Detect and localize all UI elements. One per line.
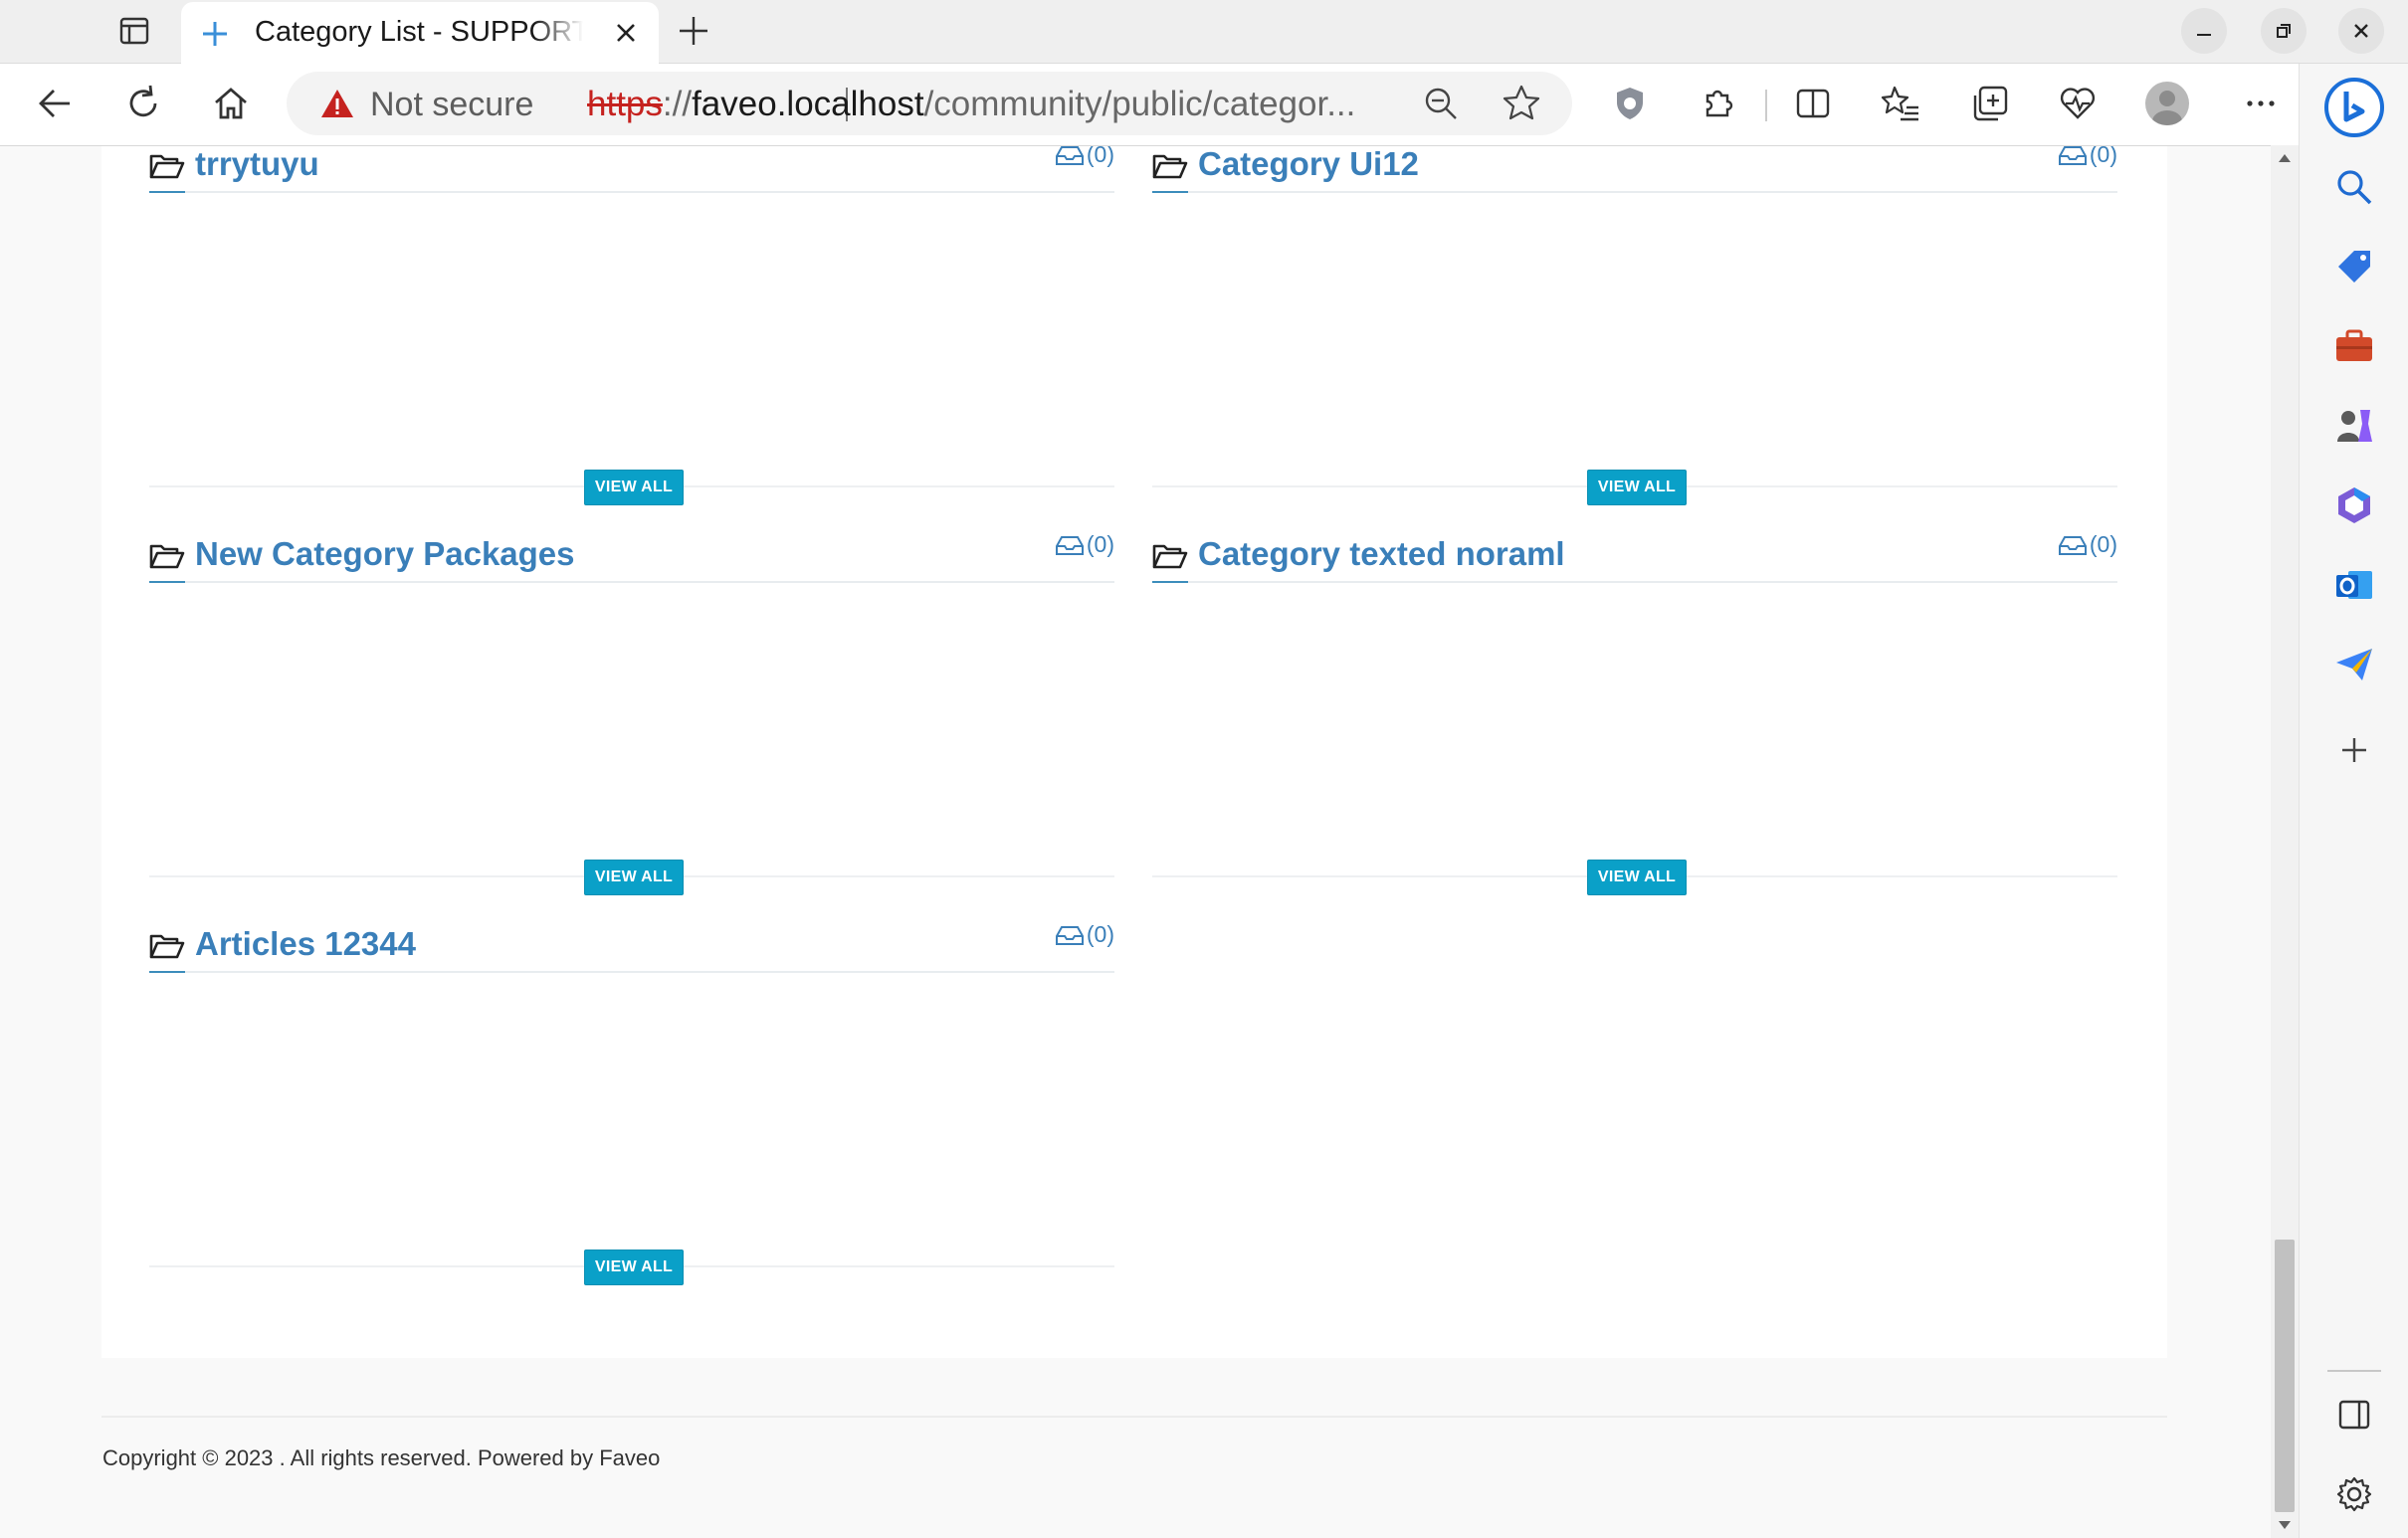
close-window-button[interactable] <box>2338 8 2384 54</box>
category-title-link[interactable]: New Category Packages <box>195 535 575 573</box>
back-icon[interactable] <box>36 84 76 123</box>
warning-icon <box>321 90 353 117</box>
article-count: (0) <box>2058 146 2117 168</box>
extensions-icon[interactable] <box>1698 84 1737 123</box>
category-header: trrytuyu (0) <box>149 146 1114 193</box>
article-count-value: (0) <box>1086 531 1114 557</box>
bing-copilot-icon[interactable] <box>2322 76 2386 139</box>
zoom-out-icon[interactable] <box>1423 86 1459 121</box>
microsoft-365-icon[interactable] <box>2332 483 2376 527</box>
category-list-panel: trrytuyu (0) VIEW ALL Category Ui12 (0) <box>101 146 2167 1358</box>
scroll-down-arrow-icon[interactable] <box>2278 1520 2292 1530</box>
more-menu-icon[interactable] <box>2241 84 2281 123</box>
shopping-tag-icon[interactable] <box>2332 245 2376 288</box>
home-icon[interactable] <box>211 84 251 123</box>
category-card: Articles 12344 (0) VIEW ALL <box>149 921 1114 1322</box>
favorites-icon[interactable] <box>1881 84 1920 123</box>
new-tab-icon[interactable] <box>677 14 710 48</box>
security-status[interactable]: Not secure <box>370 86 533 124</box>
inbox-tray-icon <box>1055 146 1084 165</box>
settings-gear-icon[interactable] <box>2332 1472 2376 1516</box>
view-all-button[interactable]: VIEW ALL <box>1587 470 1687 505</box>
restore-button[interactable] <box>2261 8 2307 54</box>
category-card: Category Ui12 (0) VIEW ALL <box>1152 146 2117 542</box>
scroll-up-arrow-icon[interactable] <box>2278 153 2292 163</box>
article-count: (0) <box>1055 146 1114 168</box>
article-count-value: (0) <box>2089 531 2117 557</box>
inbox-tray-icon <box>2058 535 2087 555</box>
view-all-button[interactable]: VIEW ALL <box>584 860 684 895</box>
refresh-icon[interactable] <box>123 84 163 123</box>
copyright-text: Copyright © 2023 . All rights reserved. … <box>102 1445 661 1470</box>
send-telegram-icon[interactable] <box>2332 643 2376 686</box>
toolbar-divider <box>1765 90 1767 121</box>
category-header: New Category Packages (0) <box>149 531 1114 583</box>
sidebar-divider <box>2327 1370 2381 1372</box>
category-title-link[interactable]: Category texted noraml <box>1198 535 1565 573</box>
collections-icon[interactable] <box>1970 84 2010 123</box>
add-sidebar-app-icon[interactable] <box>2332 728 2376 772</box>
article-count-value: (0) <box>1086 146 1114 167</box>
faveo-favicon-icon <box>203 22 227 46</box>
minimize-icon <box>2197 34 2211 36</box>
inbox-tray-icon <box>1055 535 1084 555</box>
category-title-link[interactable]: Category Ui12 <box>1198 146 1419 183</box>
url-host: faveo.localhost <box>692 85 924 123</box>
browser-toolbar: Not secure https://faveo.localhost/commu… <box>0 64 2408 146</box>
tracking-prevention-icon[interactable] <box>1610 84 1650 123</box>
category-card: New Category Packages (0) VIEW ALL <box>149 531 1114 932</box>
outlook-icon[interactable] <box>2332 563 2376 607</box>
folder-open-icon <box>149 544 185 569</box>
url-text[interactable]: https://faveo.localhost/community/public… <box>587 85 1355 124</box>
inbox-tray-icon <box>1055 925 1084 945</box>
page-viewport: trrytuyu (0) VIEW ALL Category Ui12 (0) <box>0 146 2271 1538</box>
tab-title: Category List - SUPPORT CENTER <box>255 16 583 48</box>
article-count: (0) <box>2058 531 2117 558</box>
hide-sidebar-icon[interactable] <box>2332 1393 2376 1437</box>
folder-open-icon <box>149 934 185 959</box>
folder-open-icon <box>149 154 185 179</box>
article-count-value: (0) <box>2089 146 2117 167</box>
category-title-link[interactable]: trrytuyu <box>195 146 319 183</box>
footer-divider <box>101 1416 2167 1418</box>
category-header: Category Ui12 (0) <box>1152 146 2117 193</box>
restore-icon <box>2277 24 2291 38</box>
edge-sidebar <box>2299 64 2408 1538</box>
url-scheme: https <box>587 85 663 123</box>
folder-open-icon <box>1152 154 1188 179</box>
inbox-tray-icon <box>2058 146 2087 165</box>
url-path: /community/public/categor... <box>923 85 1356 123</box>
category-title-link[interactable]: Articles 12344 <box>195 925 416 963</box>
profile-person-icon <box>2152 91 2182 125</box>
split-screen-icon[interactable] <box>1793 84 1833 123</box>
category-header: Articles 12344 (0) <box>149 921 1114 973</box>
minimize-button[interactable] <box>2181 8 2227 54</box>
tools-briefcase-icon[interactable] <box>2332 324 2376 368</box>
category-header: Category texted noraml (0) <box>1152 531 2117 583</box>
article-count-value: (0) <box>1086 921 1114 947</box>
category-card: trrytuyu (0) VIEW ALL <box>149 146 1114 542</box>
close-tab-icon[interactable] <box>613 20 639 46</box>
close-window-icon <box>2354 24 2368 38</box>
page-scrollbar[interactable] <box>2271 145 2299 1538</box>
tab-actions-icon[interactable] <box>117 14 151 48</box>
view-all-button[interactable]: VIEW ALL <box>1587 860 1687 895</box>
profile-avatar[interactable] <box>2145 82 2189 125</box>
article-count: (0) <box>1055 921 1114 948</box>
games-icon[interactable] <box>2332 404 2376 448</box>
article-count: (0) <box>1055 531 1114 558</box>
url-separator: :// <box>662 85 693 123</box>
view-all-button[interactable]: VIEW ALL <box>584 1250 684 1285</box>
browser-tab-bar: Category List - SUPPORT CENTER <box>0 0 2408 64</box>
sidebar-search-icon[interactable] <box>2332 165 2376 209</box>
address-bar[interactable]: Not secure https://faveo.localhost/commu… <box>287 72 1572 135</box>
scrollbar-thumb[interactable] <box>2275 1240 2295 1512</box>
folder-open-icon <box>1152 544 1188 569</box>
favorite-star-icon[interactable] <box>1503 84 1540 121</box>
view-all-button[interactable]: VIEW ALL <box>584 470 684 505</box>
active-tab[interactable]: Category List - SUPPORT CENTER <box>181 2 659 64</box>
category-card: Category texted noraml (0) VIEW ALL <box>1152 531 2117 932</box>
browser-essentials-icon[interactable] <box>2058 84 2098 123</box>
